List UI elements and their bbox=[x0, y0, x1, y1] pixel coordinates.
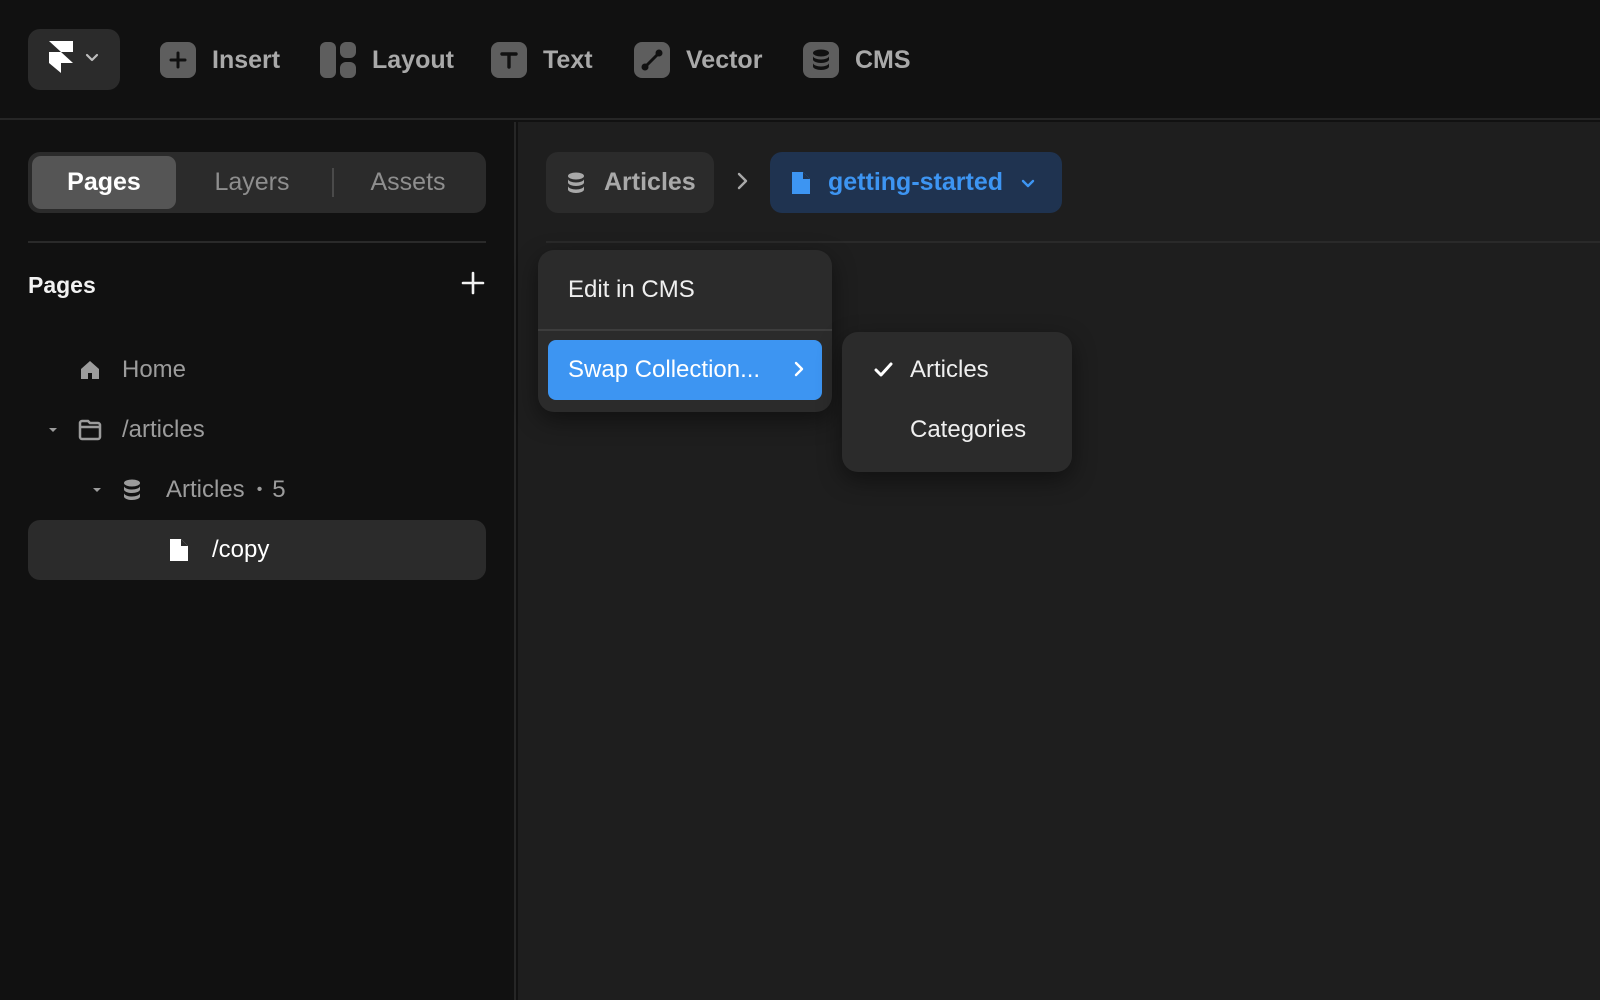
swap-collection-item[interactable]: Swap Collection... bbox=[548, 340, 822, 400]
top-toolbar: Insert Layout Text Vector CMS bbox=[0, 0, 1600, 120]
tab-assets[interactable]: Assets bbox=[334, 156, 482, 209]
page-label: /articles bbox=[122, 416, 205, 443]
chevron-right-icon bbox=[730, 169, 754, 193]
chevron-down-icon bbox=[84, 49, 100, 70]
database-icon bbox=[803, 42, 839, 78]
breadcrumb-collection[interactable]: Articles bbox=[546, 152, 714, 213]
edit-in-cms-item[interactable]: Edit in CMS bbox=[568, 270, 695, 310]
text-icon bbox=[491, 42, 527, 78]
menu-divider bbox=[538, 329, 832, 331]
chevron-down-icon bbox=[1019, 174, 1037, 192]
collection-option-categories[interactable]: Categories bbox=[842, 402, 1072, 458]
layout-label: Layout bbox=[372, 45, 454, 74]
canvas-divider bbox=[546, 241, 1600, 243]
chevron-right-icon bbox=[788, 358, 810, 380]
file-icon bbox=[790, 170, 812, 196]
page-item-home[interactable]: Home bbox=[78, 340, 186, 400]
breadcrumb-page[interactable]: getting-started bbox=[770, 152, 1062, 213]
page-item-articles-folder[interactable]: /articles bbox=[46, 400, 205, 460]
text-button[interactable]: Text bbox=[491, 38, 593, 82]
collection-option-articles[interactable]: Articles bbox=[842, 342, 1072, 398]
option-label: Categories bbox=[910, 416, 1027, 443]
option-label: Articles bbox=[910, 356, 989, 383]
page-context-menu: Edit in CMS Swap Collection... bbox=[538, 250, 832, 412]
caret-down-icon[interactable] bbox=[90, 483, 110, 497]
item-count: 5 bbox=[272, 476, 286, 503]
page-item-articles-collection[interactable]: Articles • 5 bbox=[90, 460, 286, 520]
text-label: Text bbox=[543, 45, 593, 74]
caret-down-icon[interactable] bbox=[46, 423, 66, 437]
breadcrumb-collection-label: Articles bbox=[604, 168, 696, 196]
collection-submenu: Articles Categories bbox=[842, 332, 1072, 472]
swap-collection-label: Swap Collection... bbox=[568, 356, 761, 383]
left-sidebar: Pages Layers Assets Pages Home /articles bbox=[0, 122, 516, 1000]
add-page-button[interactable] bbox=[458, 268, 488, 298]
folder-icon bbox=[78, 419, 104, 441]
cms-label: CMS bbox=[855, 45, 911, 74]
page-item-copy[interactable]: /copy bbox=[28, 520, 486, 580]
page-label: Home bbox=[122, 356, 187, 383]
breadcrumb-page-label: getting-started bbox=[828, 168, 1003, 196]
checkmark-icon bbox=[872, 359, 910, 381]
page-label: /copy bbox=[212, 536, 270, 563]
pen-tool-icon bbox=[634, 42, 670, 78]
plus-icon bbox=[458, 271, 488, 302]
tab-layers[interactable]: Layers bbox=[180, 156, 324, 209]
database-icon bbox=[122, 478, 148, 502]
home-icon bbox=[78, 358, 104, 382]
page-label: Articles bbox=[166, 476, 245, 503]
file-icon bbox=[168, 537, 192, 563]
insert-button[interactable]: Insert bbox=[160, 38, 280, 82]
sidebar-divider bbox=[28, 241, 486, 243]
framer-logo-icon bbox=[48, 40, 74, 79]
vector-button[interactable]: Vector bbox=[634, 38, 762, 82]
tab-pages[interactable]: Pages bbox=[32, 156, 176, 209]
pages-section-title: Pages bbox=[28, 272, 96, 298]
cms-button[interactable]: CMS bbox=[803, 38, 911, 82]
bullet-separator: • bbox=[256, 481, 263, 498]
insert-label: Insert bbox=[212, 45, 281, 74]
plus-square-icon bbox=[160, 42, 196, 78]
app-menu-button[interactable] bbox=[28, 29, 120, 90]
layout-button[interactable]: Layout bbox=[320, 38, 454, 82]
database-icon bbox=[566, 171, 586, 195]
panel-tabs: Pages Layers Assets bbox=[28, 152, 486, 213]
vector-label: Vector bbox=[686, 45, 763, 74]
layout-icon bbox=[320, 42, 356, 78]
